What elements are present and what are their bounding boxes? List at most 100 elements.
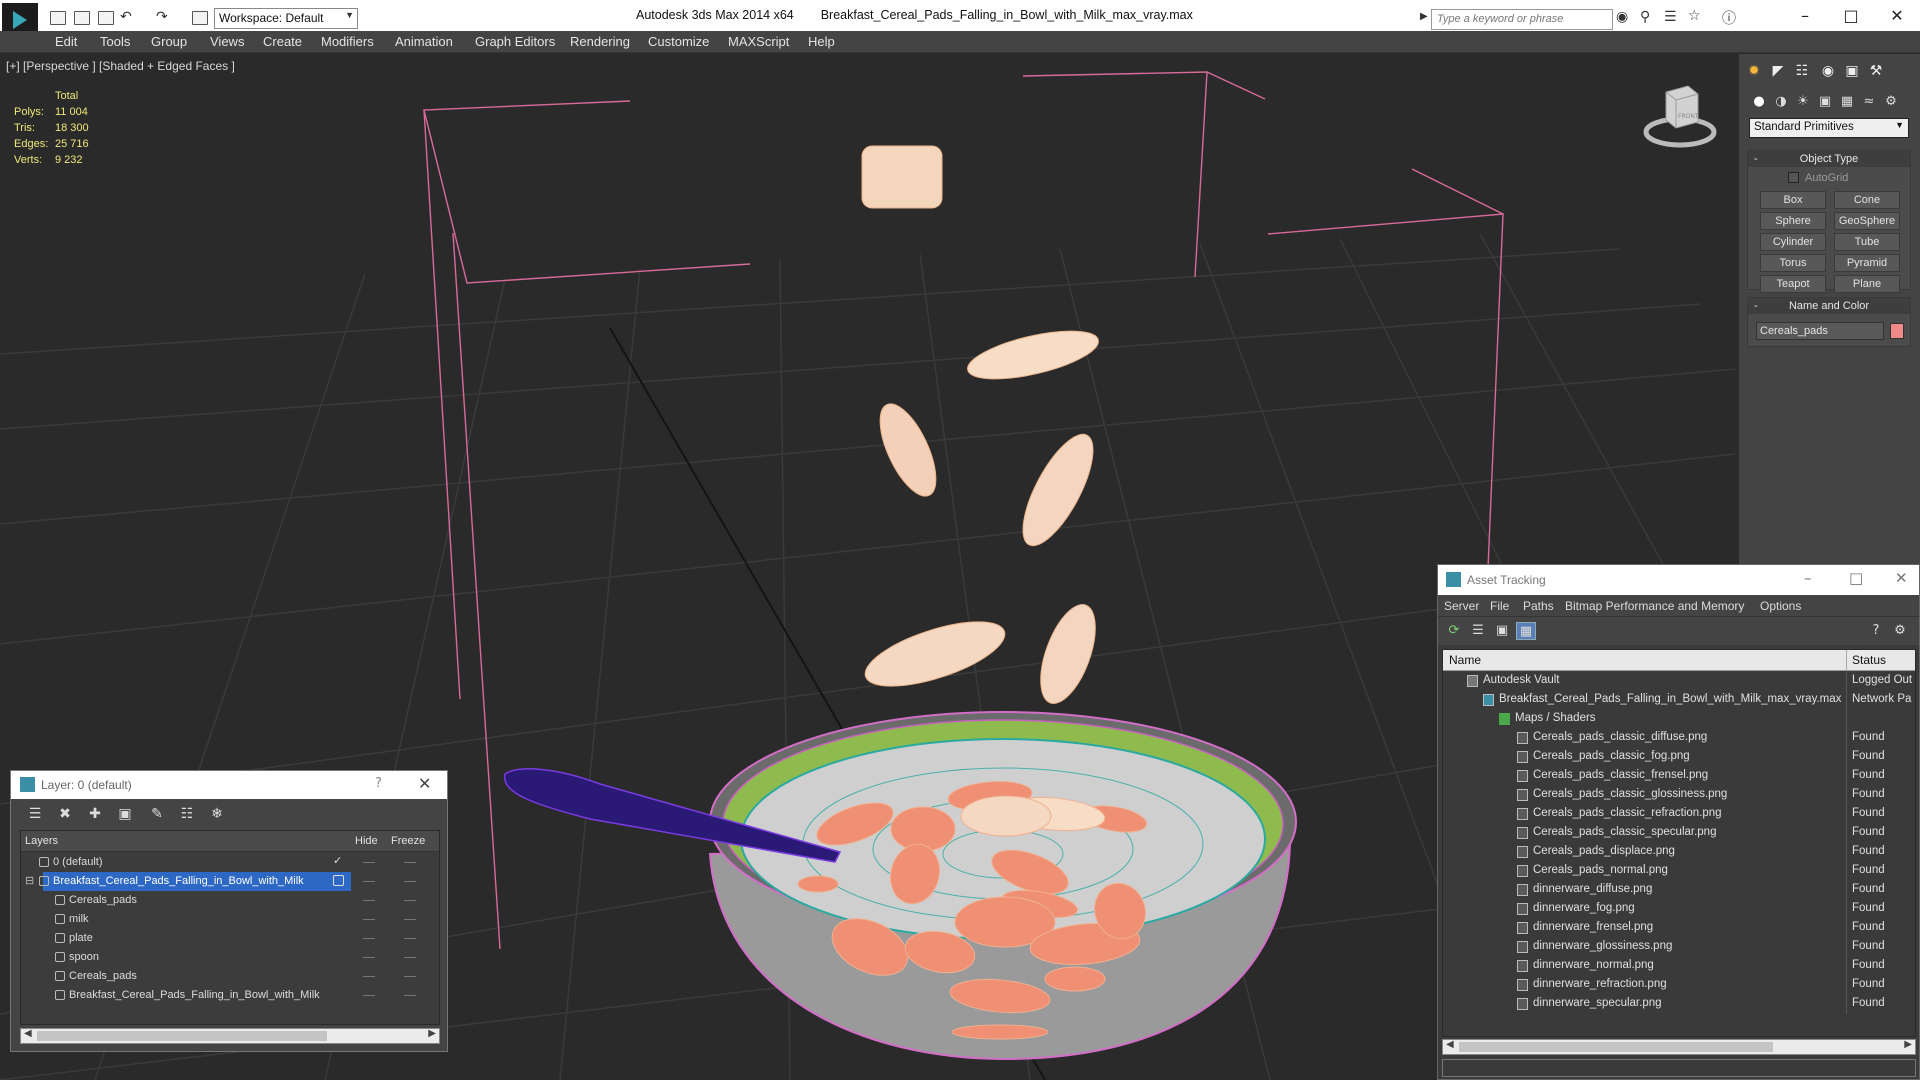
horizontal-scrollbar[interactable]: ◀ ▶ <box>1442 1039 1916 1055</box>
object-name-field[interactable]: Cereals_pads <box>1756 322 1884 340</box>
object-row[interactable]: plate <box>21 929 439 948</box>
exchange-icon[interactable]: ☰ <box>1664 9 1677 25</box>
asset-tracking-titlebar[interactable]: Asset Tracking – □ ✕ <box>1438 565 1919 595</box>
layer-row[interactable]: 0 (default) ✓ <box>21 853 439 872</box>
object-color-swatch[interactable] <box>1890 323 1904 339</box>
column-name[interactable]: Name <box>1449 653 1481 667</box>
help-icon[interactable]: ? <box>1866 622 1886 640</box>
lights-icon[interactable]: ☀ <box>1793 92 1813 112</box>
scrollbar-thumb[interactable] <box>1459 1042 1773 1052</box>
plane-button[interactable]: Plane <box>1834 275 1900 293</box>
add-layer-icon[interactable]: ✚ <box>85 804 105 824</box>
menu-paths[interactable]: Paths <box>1523 599 1554 613</box>
horizontal-scrollbar[interactable]: ◀ ▶ <box>20 1028 440 1044</box>
favorites-star-icon[interactable]: ☆ <box>1688 8 1701 24</box>
hide-toggle[interactable] <box>363 881 375 882</box>
menu-rendering[interactable]: Rendering <box>570 34 630 49</box>
asset-row[interactable]: dinnerware_fog.png Found <box>1443 900 1915 919</box>
freeze-toggle[interactable] <box>404 900 416 901</box>
space-warps-icon[interactable]: ≈ <box>1859 92 1879 112</box>
name-and-color-header[interactable]: - Name and Color <box>1748 298 1910 314</box>
viewcube-face-label[interactable]: FRONT <box>1678 113 1699 120</box>
asset-row[interactable]: Cereals_pads_normal.png Found <box>1443 862 1915 881</box>
search-input[interactable]: Type a keyword or phrase <box>1431 9 1613 30</box>
hide-all-icon[interactable]: ☷ <box>177 804 197 824</box>
create-tab-icon[interactable]: ✹ <box>1743 60 1765 82</box>
freeze-toggle[interactable] <box>404 938 416 939</box>
object-row[interactable]: spoon <box>21 948 439 967</box>
hide-toggle[interactable] <box>363 862 375 863</box>
layer-dialog-titlebar[interactable]: Layer: 0 (default) ? ✕ <box>11 771 447 799</box>
scrollbar-thumb[interactable] <box>37 1031 327 1041</box>
box-button[interactable]: Box <box>1760 191 1826 209</box>
freeze-toggle[interactable] <box>404 957 416 958</box>
scroll-left-icon[interactable]: ◀ <box>1446 1039 1454 1050</box>
asset-row[interactable]: dinnerware_refraction.png Found <box>1443 976 1915 995</box>
new-file-icon[interactable] <box>50 11 66 25</box>
refresh-icon[interactable]: ⟳ <box>1444 622 1464 640</box>
active-check-icon[interactable]: ✓ <box>333 854 342 867</box>
redo-icon[interactable]: ↷ <box>156 9 168 25</box>
select-objects-icon[interactable]: ▣ <box>115 804 135 824</box>
cylinder-button[interactable]: Cylinder <box>1760 233 1826 251</box>
asset-row[interactable]: Cereals_pads_classic_refraction.png Foun… <box>1443 805 1915 824</box>
object-row[interactable]: Cereals_pads <box>21 967 439 986</box>
cameras-icon[interactable]: ▣ <box>1815 92 1835 112</box>
tube-button[interactable]: Tube <box>1834 233 1900 251</box>
sphere-button[interactable]: Sphere <box>1760 212 1826 230</box>
highlight-layer-icon[interactable]: ✎ <box>147 804 167 824</box>
menu-customize[interactable]: Customize <box>648 34 709 49</box>
autogrid-checkbox[interactable]: AutoGrid <box>1788 172 1848 184</box>
asset-row[interactable]: Breakfast_Cereal_Pads_Falling_in_Bowl_wi… <box>1443 691 1915 710</box>
close-button[interactable]: ✕ <box>1882 6 1912 25</box>
menu-server[interactable]: Server <box>1444 599 1479 613</box>
freeze-toggle[interactable] <box>404 919 416 920</box>
object-row[interactable]: milk <box>21 910 439 929</box>
asset-row[interactable]: dinnerware_specular.png Found <box>1443 995 1915 1014</box>
menu-file[interactable]: File <box>1490 599 1509 613</box>
hide-toggle[interactable] <box>363 919 375 920</box>
asset-row[interactable]: Cereals_pads_displace.png Found <box>1443 843 1915 862</box>
menu-create[interactable]: Create <box>263 34 302 49</box>
cone-button[interactable]: Cone <box>1834 191 1900 209</box>
column-hide[interactable]: Hide <box>355 835 378 847</box>
binoculars-icon[interactable]: ◉ <box>1616 9 1628 25</box>
hide-toggle[interactable] <box>363 900 375 901</box>
layers-settings-icon[interactable]: ☰ <box>25 804 45 824</box>
minimize-button[interactable]: – <box>1790 6 1820 25</box>
asset-row[interactable]: Autodesk Vault Logged Out <box>1443 672 1915 691</box>
hide-toggle[interactable] <box>363 938 375 939</box>
freeze-toggle[interactable] <box>404 976 416 977</box>
asset-row[interactable]: Cereals_pads_classic_diffuse.png Found <box>1443 729 1915 748</box>
menu-modifiers[interactable]: Modifiers <box>321 34 374 49</box>
freeze-toggle[interactable] <box>404 881 416 882</box>
menu-help[interactable]: Help <box>808 34 835 49</box>
freeze-toggle[interactable] <box>404 862 416 863</box>
maximize-button[interactable]: □ <box>1836 6 1866 25</box>
modify-tab-icon[interactable]: ◤ <box>1767 60 1789 82</box>
close-button[interactable]: ✕ <box>1895 569 1908 587</box>
hide-toggle[interactable] <box>363 957 375 958</box>
hide-toggle[interactable] <box>363 976 375 977</box>
menu-graph-editors[interactable]: Graph Editors <box>475 34 555 49</box>
asset-row[interactable]: Maps / Shaders <box>1443 710 1915 729</box>
save-file-icon[interactable] <box>98 11 114 25</box>
pyramid-button[interactable]: Pyramid <box>1834 254 1900 272</box>
key-icon[interactable]: ⚲ <box>1640 9 1650 25</box>
object-row[interactable]: Cereals_pads <box>21 891 439 910</box>
viewcube-box[interactable] <box>1665 85 1699 129</box>
freeze-all-icon[interactable]: ❄ <box>207 804 227 824</box>
shapes-icon[interactable]: ◑ <box>1771 92 1791 112</box>
column-layers[interactable]: Layers <box>25 835 58 847</box>
help-icon[interactable]: ⓘ <box>1722 8 1736 28</box>
object-row[interactable]: Breakfast_Cereal_Pads_Falling_in_Bowl_wi… <box>21 986 439 1005</box>
display-tab-icon[interactable]: ▣ <box>1841 60 1863 82</box>
menu-maxscript[interactable]: MAXScript <box>728 34 789 49</box>
asset-row[interactable]: dinnerware_diffuse.png Found <box>1443 881 1915 900</box>
asset-row[interactable]: dinnerware_frensel.png Found <box>1443 919 1915 938</box>
menu-views[interactable]: Views <box>210 34 244 49</box>
hierarchy-tab-icon[interactable]: ☷ <box>1791 60 1813 82</box>
menu-options[interactable]: Options <box>1760 599 1801 613</box>
scroll-right-icon[interactable]: ▶ <box>1904 1039 1912 1050</box>
viewcube[interactable]: FRONT <box>1640 82 1720 152</box>
